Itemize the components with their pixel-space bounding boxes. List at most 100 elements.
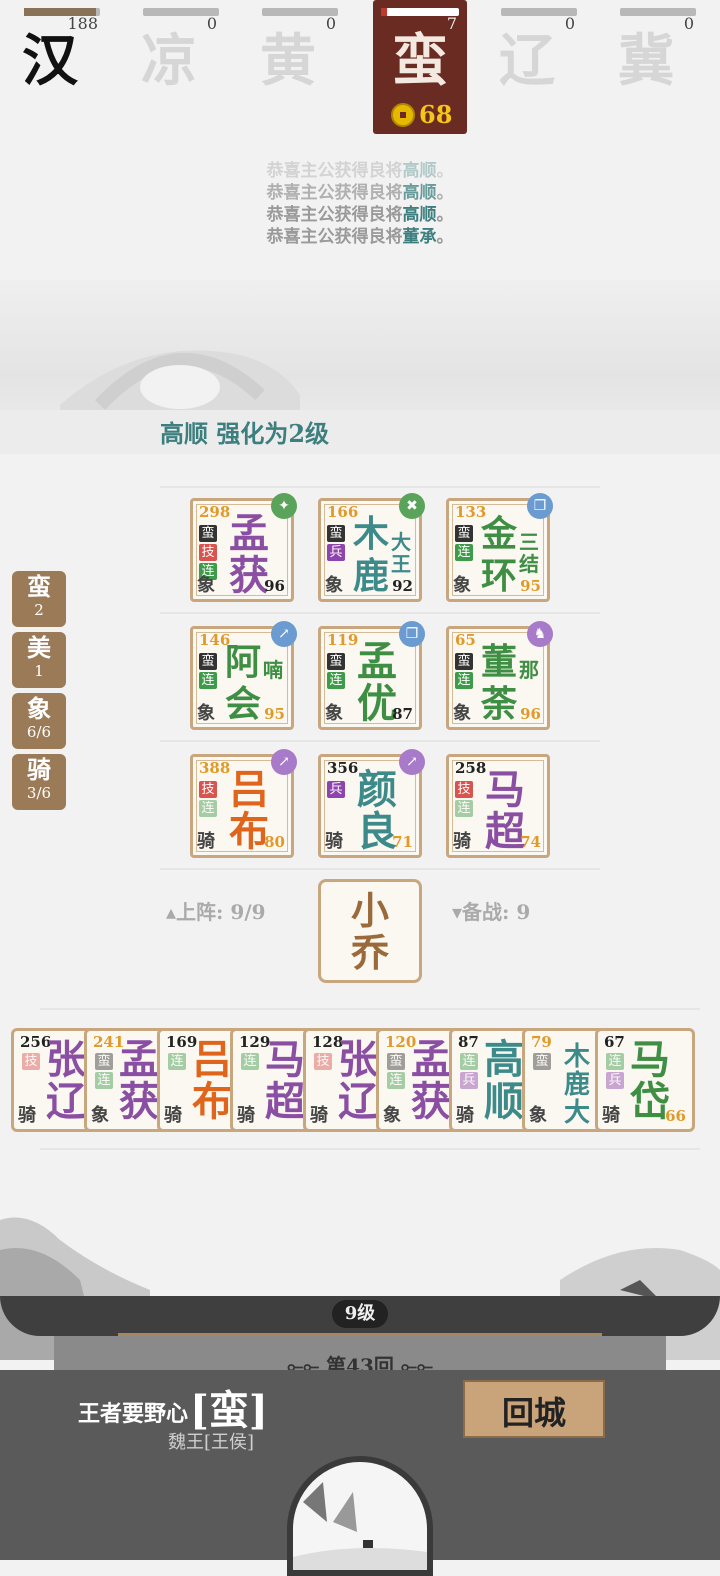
hero-card[interactable]: 119 蛮连孟优 87 象 ❐ [318, 621, 425, 730]
log-line: 恭喜主公获得良将董承。 [266, 227, 454, 247]
hero-card[interactable]: 65 蛮连董荼那 96 象 ♞ [446, 621, 553, 730]
hero-power: 95 [520, 577, 541, 595]
trait-tag: 蛮 [455, 525, 473, 542]
hero-class: 象 [453, 575, 471, 596]
hero-class: 象 [325, 703, 343, 724]
side-tab-value: 1 [34, 662, 44, 680]
king-label: 王者要野心 [78, 1401, 189, 1427]
faction-tab-han[interactable]: 188 汉 [2, 0, 100, 134]
hero-level: 67 [604, 1033, 625, 1051]
coin-count: 68 [419, 100, 453, 129]
hero-class: 象 [383, 1105, 401, 1126]
trait-tag: 连 [455, 544, 473, 561]
faction-name: 汉 [22, 28, 78, 94]
hero-name: 董荼 [480, 641, 517, 725]
side-tab-qi[interactable]: 骑 3/6 [12, 754, 66, 810]
faction-tab-liang[interactable]: 0 凉 [121, 0, 219, 134]
hero-name: 木鹿大 [563, 1042, 590, 1128]
trait-tag: 连 [199, 672, 217, 689]
hero-class: 象 [197, 703, 215, 724]
trait-tag: 蛮 [327, 653, 345, 670]
hero-card[interactable]: 146 蛮连阿会喃 95 象 ↗ [190, 621, 297, 730]
hero-level: 258 [455, 759, 487, 777]
trait-tag: 连 [95, 1072, 113, 1089]
king-title: 魏王[王侯] [168, 1432, 255, 1453]
grid-line [40, 1148, 700, 1150]
hero-card[interactable]: 258 技连马超 74 骑 [446, 754, 550, 858]
bench-hero-card[interactable]: 67 连兵马岱骑 66 [595, 1028, 695, 1132]
hero-level: 87 [458, 1033, 479, 1051]
trait-tag: 兵 [606, 1072, 624, 1089]
trait-tag: 技 [455, 781, 473, 798]
hero-name: 阿会 [224, 641, 261, 725]
coin-icon [391, 103, 415, 127]
hero-power: 74 [520, 833, 541, 851]
trait-tag: 蛮 [533, 1053, 551, 1070]
hero-class: 象 [325, 575, 343, 596]
hero-class: 象 [529, 1105, 547, 1126]
hero-class: 骑 [310, 1105, 328, 1126]
hero-class: 骑 [237, 1105, 255, 1126]
hero-name-suffix: 那 [519, 658, 539, 682]
trait-tag: 兵 [460, 1072, 478, 1089]
hero-power: 87 [392, 705, 413, 723]
reserve-info: ▾备战: 9 [452, 900, 531, 924]
side-tab-mei[interactable]: 美1 [12, 632, 66, 688]
hero-name: 吕布 [192, 1036, 232, 1125]
hero-card[interactable]: 166 蛮兵木鹿大王 92 象 ✖ [318, 493, 425, 602]
hero-power: 92 [392, 577, 413, 595]
hero-name: 孟获 [411, 1036, 451, 1125]
deploy-info: ▴上阵: 9/9 [166, 900, 266, 924]
side-tab-value: 2 [34, 601, 44, 619]
bridge-illustration [60, 350, 300, 415]
trait-tag: 连 [460, 1053, 478, 1070]
hero-power: 80 [264, 833, 285, 851]
hero-level: 356 [327, 759, 359, 777]
faction-tab-man[interactable]: 7 蛮 68 [373, 0, 467, 134]
spear-icon: ↗ [399, 749, 425, 775]
hero-class: 象 [197, 575, 215, 596]
faction-name: 凉 [141, 28, 197, 94]
hero-card[interactable]: 133 蛮连金环三结 95 象 ❐ [446, 493, 553, 602]
trait-tag: 连 [327, 672, 345, 689]
hero-class: 骑 [456, 1105, 474, 1126]
trait-tag: 蛮 [327, 525, 345, 542]
trait-tag: 蛮 [455, 653, 473, 670]
hero-name: 金环 [480, 513, 517, 597]
hero-name-suffix: 三结 [519, 530, 539, 576]
grid-line [160, 740, 600, 742]
trait-tag: 连 [199, 800, 217, 817]
trait-tag: 兵 [327, 544, 345, 561]
sword-icon: ✦ [271, 493, 297, 519]
return-city-button[interactable]: 回城 [463, 1380, 605, 1438]
trait-tag: 技 [199, 544, 217, 561]
spear-icon: ↗ [271, 621, 297, 647]
scroll-icon: ❐ [399, 621, 425, 647]
hero-card[interactable]: 356 兵颜良 71 骑 ↗ [318, 749, 425, 858]
trait-tag: 连 [168, 1053, 186, 1070]
trait-tag: 蛮 [199, 525, 217, 542]
trait-tag: 蛮 [199, 653, 217, 670]
notice-banner [0, 410, 720, 454]
faction-name: 蛮 [392, 28, 448, 94]
trait-tag: 技 [199, 781, 217, 798]
trait-tag: 连 [387, 1072, 405, 1089]
hero-card[interactable]: 388 技连吕布 80 骑 ↗ [190, 749, 297, 858]
hero-power: 96 [520, 705, 541, 723]
selected-hero-card[interactable]: 小乔 [318, 879, 422, 983]
hero-card[interactable]: 298 蛮技连孟获 96 象 ✦ [190, 493, 297, 602]
side-tab-value: 3/6 [26, 784, 52, 802]
side-tab-xiang[interactable]: 象 6/6 [12, 693, 66, 749]
faction-tab-liao[interactable]: 0 辽 [479, 0, 577, 134]
hero-power: 71 [392, 833, 413, 851]
faction-tab-ji[interactable]: 0 冀 [598, 0, 696, 134]
trait-tag: 兵 [327, 781, 345, 798]
hero-level: 388 [199, 759, 231, 777]
faction-tab-huang[interactable]: 0 黄 [240, 0, 338, 134]
side-tab-man[interactable]: 蛮2 [12, 571, 66, 627]
hero-level: 65 [455, 631, 476, 649]
hero-power: 96 [264, 577, 285, 595]
hero-name: 张辽 [338, 1036, 378, 1125]
hero-class: 骑 [18, 1105, 36, 1126]
trait-tag: 技 [22, 1053, 40, 1070]
